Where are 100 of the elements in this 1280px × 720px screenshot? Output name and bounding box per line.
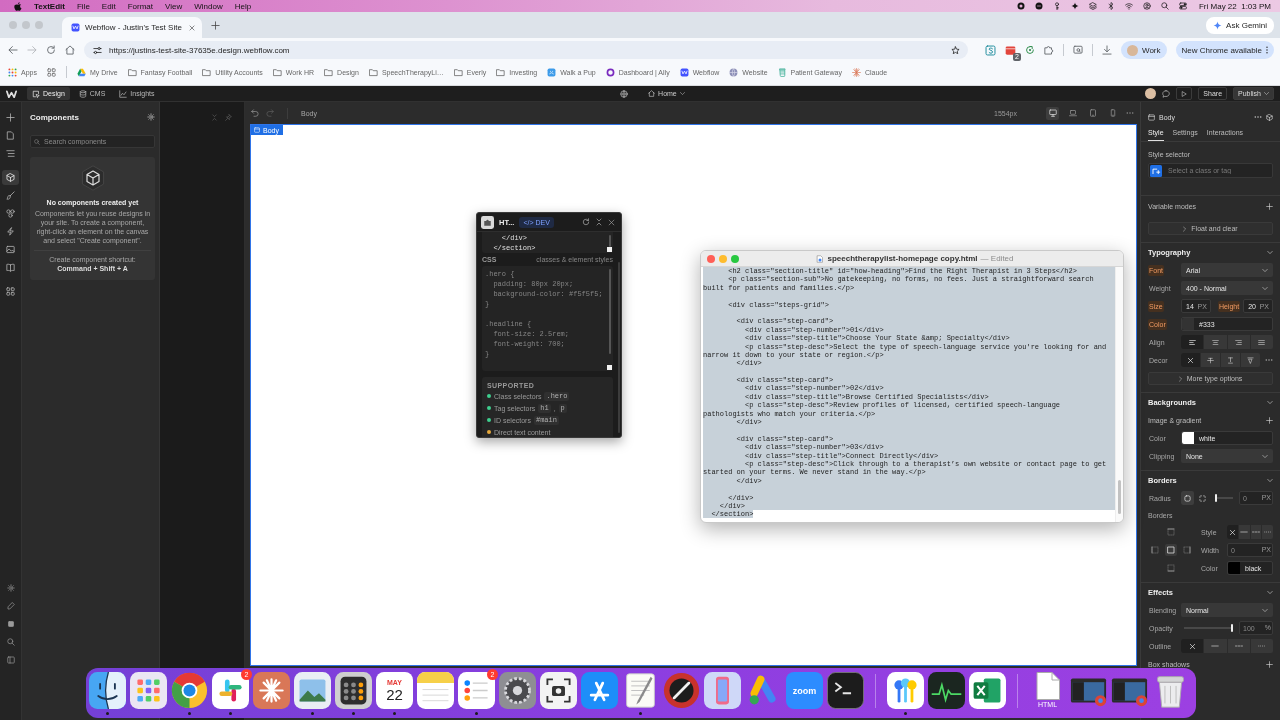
box-edges-icon [1167,546,1175,554]
resize-handle-icon[interactable] [607,365,612,370]
download-icon[interactable] [1102,45,1112,55]
pulse-graph-icon[interactable] [928,672,965,709]
cube-icon[interactable] [1266,113,1273,121]
document-icon[interactable] [1035,672,1060,700]
hexagon-cube-icon [80,165,105,191]
panel-icon[interactable] [6,656,15,664]
segment-button[interactable] [1237,525,1250,539]
tab-grid-icon[interactable] [46,67,56,77]
segment-button[interactable] [1181,335,1204,349]
menu-item[interactable]: Help [234,1,252,11]
close-icon[interactable] [189,24,195,31]
disc-icon[interactable] [1034,2,1043,10]
search-icon[interactable] [6,638,15,646]
segment-button[interactable] [1181,353,1200,367]
back-icon[interactable] [8,45,18,55]
record-icon[interactable] [1016,2,1025,10]
update-button[interactable]: New Chrome available [1175,41,1274,59]
layers-icon[interactable] [1088,2,1097,10]
app-grid-icon[interactable] [130,672,167,709]
segment-button[interactable] [1181,491,1194,505]
hash-icon[interactable] [212,672,249,709]
resize-handle-icon[interactable] [607,247,612,252]
star-icon[interactable] [951,45,960,55]
puzzle-icon[interactable] [1044,45,1054,55]
segment-button[interactable] [1181,639,1204,653]
settings-icon[interactable] [147,113,155,121]
drops-icon [6,209,15,218]
wifi-icon[interactable] [1124,2,1133,10]
menu-item[interactable]: Edit [101,1,116,11]
home-icon[interactable] [65,45,75,55]
menu-item[interactable]: File [76,1,90,11]
add-button[interactable] [1266,660,1273,668]
search-icon[interactable] [1160,2,1169,10]
sliders-icon[interactable] [93,45,102,55]
comment-icon[interactable] [1162,89,1171,98]
add-button[interactable] [1266,416,1273,424]
logo-icon[interactable] [6,89,17,98]
terminal-icon[interactable] [827,672,864,709]
address-bar[interactable]: https://justins-test-site-37635e.design.webflow.com [84,41,968,59]
close-icon[interactable] [608,218,615,226]
app-tile-icon [547,67,557,77]
bluetooth-icon[interactable] [1106,2,1115,10]
camera-icon[interactable] [540,672,577,709]
preview-button[interactable] [1176,87,1193,100]
chevron-down-icon[interactable] [1267,479,1273,482]
refresh-icon[interactable] [582,218,590,226]
face-icon[interactable] [89,672,126,709]
dial-icon[interactable] [663,672,700,709]
photo-icon[interactable] [294,672,331,709]
collapse-icon[interactable] [595,218,603,226]
menu-item[interactable]: Format [127,1,153,11]
close-button[interactable] [707,254,715,263]
menu-item[interactable]: View [165,1,183,11]
chevron-down-icon[interactable] [1267,401,1273,404]
segment-button[interactable] [1227,525,1238,539]
reload-icon[interactable] [46,45,56,55]
tablet-icon [1088,109,1097,117]
calendar-icon[interactable] [1005,44,1016,56]
tab-search-icon[interactable] [1073,45,1083,55]
border-side-button[interactable] [1149,544,1161,556]
border-side-button[interactable] [1165,544,1177,556]
color-wheel-icon[interactable] [171,672,208,709]
starburst-icon[interactable] [253,672,290,709]
sparkle-icon[interactable] [1070,2,1079,10]
notepad-icon[interactable] [417,672,454,709]
s-tile-icon[interactable] [985,44,996,56]
segment-button[interactable] [1249,525,1262,539]
spreadsheet-icon[interactable] [969,672,1006,709]
chevron-down-icon[interactable] [1267,251,1273,254]
checklist-icon[interactable] [458,672,495,709]
keys-icon[interactable] [887,672,924,709]
browser-tab[interactable]: Webflow - Justin's Test Site [62,17,202,38]
user-icon[interactable] [1142,2,1151,10]
globe-icon[interactable] [620,89,629,98]
gear-icon[interactable] [499,672,536,709]
undo-icon[interactable] [251,109,259,117]
phone-icon[interactable] [704,672,741,709]
add-button[interactable] [1266,202,1273,210]
pen-icon[interactable] [6,602,15,610]
plus-icon[interactable] [211,20,220,30]
sidebar-button[interactable] [2,170,19,185]
apple-logo-icon[interactable] [14,1,22,11]
solid-line-icon [1211,645,1220,647]
refresh-icon[interactable] [1025,45,1035,55]
app-menu[interactable]: TextEdit [34,1,65,11]
breakpoint-button[interactable] [1046,106,1059,120]
gemini-button[interactable]: Ask Gemini [1206,16,1274,34]
menu-item[interactable]: Window [194,1,223,11]
profile-button[interactable]: Work [1121,41,1167,59]
menu-clock[interactable]: Fri May 22 1:03 PM [1198,1,1271,11]
gear-icon[interactable] [6,584,15,592]
avatar-icon[interactable] [1145,88,1157,99]
chevron-down-icon[interactable] [1267,591,1273,594]
a-shape-icon[interactable] [581,672,618,709]
calculator-icon[interactable] [335,672,372,709]
globe-icon [729,67,739,77]
toggles-icon[interactable] [1178,2,1187,10]
key-icon[interactable] [1052,2,1061,10]
